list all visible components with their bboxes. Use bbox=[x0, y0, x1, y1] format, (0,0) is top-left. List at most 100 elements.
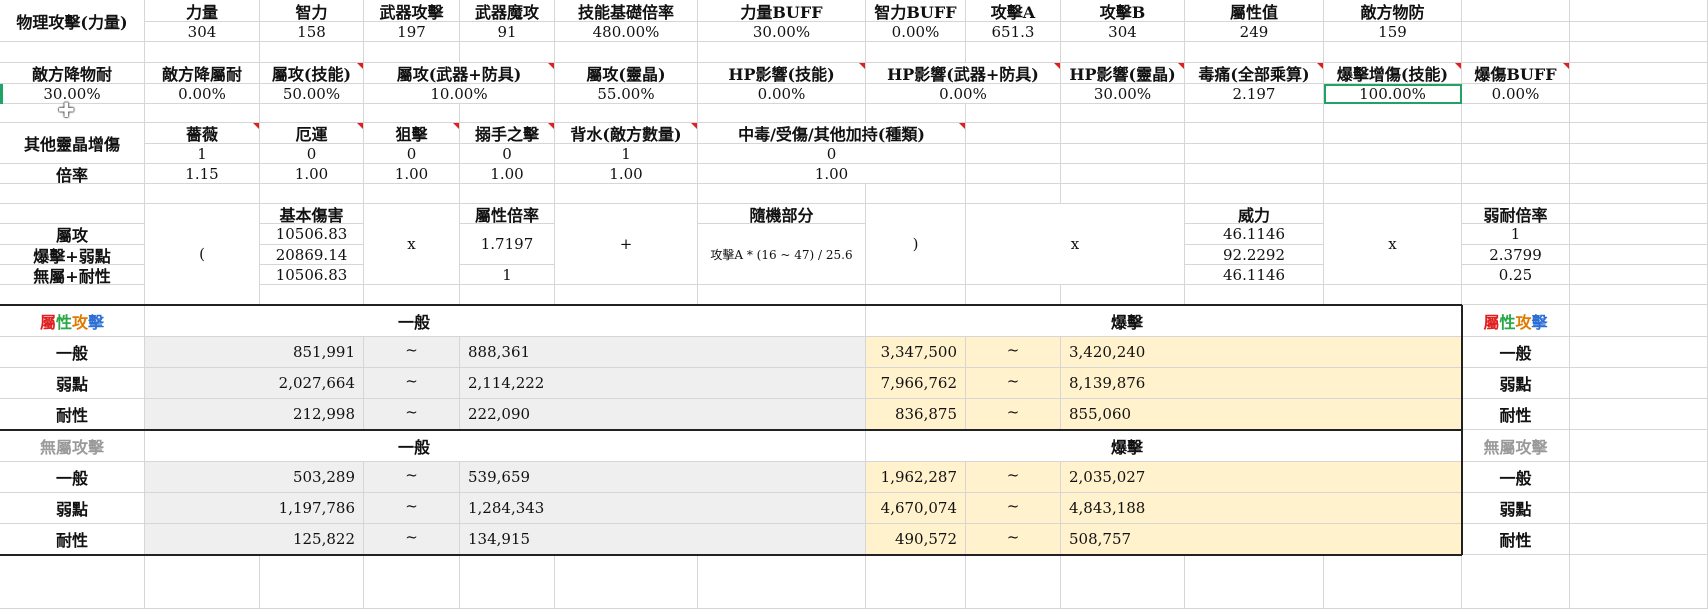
row1-label[interactable]: 物理攻擊(力量) bbox=[0, 0, 145, 42]
empty-cell[interactable] bbox=[1185, 104, 1324, 123]
base-damage-value[interactable]: 10506.83 bbox=[260, 265, 364, 285]
empty-cell[interactable] bbox=[1324, 555, 1462, 609]
row2-header[interactable]: 爆傷BUFF bbox=[1462, 63, 1570, 84]
normal-max[interactable]: 134,915 bbox=[460, 524, 866, 555]
empty-cell[interactable] bbox=[555, 285, 698, 305]
crit-header[interactable]: 爆擊 bbox=[866, 305, 1462, 337]
empty-cell[interactable] bbox=[364, 42, 460, 63]
power-value[interactable]: 46.1146 bbox=[1185, 224, 1324, 245]
crystal-count[interactable]: 1 bbox=[145, 144, 260, 164]
row1-header[interactable]: 武器攻擊 bbox=[364, 0, 460, 22]
empty-cell[interactable] bbox=[698, 104, 866, 123]
empty-cell[interactable] bbox=[1570, 368, 1708, 399]
empty-cell[interactable] bbox=[1462, 164, 1570, 184]
empty-cell[interactable] bbox=[460, 184, 555, 204]
empty-cell[interactable] bbox=[1462, 0, 1570, 22]
empty-cell[interactable] bbox=[1570, 184, 1708, 204]
empty-cell[interactable] bbox=[1185, 164, 1324, 184]
empty-cell[interactable] bbox=[1570, 524, 1708, 555]
empty-cell[interactable] bbox=[1061, 285, 1185, 305]
weak-rate-value[interactable]: 1 bbox=[1462, 224, 1570, 245]
none-attack-title-right[interactable]: 無屬攻擊 bbox=[1462, 430, 1570, 462]
row1-header[interactable]: 敵方物防 bbox=[1324, 0, 1462, 22]
formula-row-label[interactable]: 爆擊+弱點 bbox=[0, 245, 145, 265]
crit-max[interactable]: 855,060 bbox=[1061, 399, 1462, 430]
empty-cell[interactable] bbox=[1324, 184, 1462, 204]
empty-cell[interactable] bbox=[1185, 285, 1324, 305]
random-formula[interactable]: 攻擊A * (16 ~ 47) / 25.6 bbox=[698, 224, 866, 285]
row1-value[interactable]: 304 bbox=[145, 22, 260, 42]
normal-max[interactable]: 1,284,343 bbox=[460, 493, 866, 524]
row-label[interactable]: 耐性 bbox=[0, 524, 145, 555]
row1-header[interactable]: 智力 bbox=[260, 0, 364, 22]
empty-cell[interactable] bbox=[966, 123, 1061, 144]
empty-cell[interactable] bbox=[1462, 285, 1570, 305]
crystal-rate[interactable]: 1.00 bbox=[260, 164, 364, 184]
empty-cell[interactable] bbox=[260, 104, 364, 123]
row2-value[interactable]: 55.00% bbox=[555, 84, 698, 104]
crit-max[interactable]: 3,420,240 bbox=[1061, 337, 1462, 368]
row2-header[interactable]: 爆擊增傷(技能) bbox=[1324, 63, 1462, 84]
row1-value[interactable]: 91 bbox=[460, 22, 555, 42]
empty-cell[interactable] bbox=[1570, 224, 1708, 245]
empty-cell[interactable] bbox=[1570, 104, 1708, 123]
empty-cell[interactable] bbox=[460, 555, 555, 609]
crystal-header[interactable]: 背水(敵方數量) bbox=[555, 123, 698, 144]
empty-cell[interactable] bbox=[1462, 123, 1570, 144]
empty-cell[interactable] bbox=[1185, 184, 1324, 204]
normal-min[interactable]: 2,027,664 bbox=[145, 368, 364, 399]
row2-value[interactable]: 0.00% bbox=[145, 84, 260, 104]
crit-max[interactable]: 4,843,188 bbox=[1061, 493, 1462, 524]
empty-cell[interactable] bbox=[364, 285, 460, 305]
attr-attack-title[interactable]: 屬性攻擊 bbox=[0, 305, 145, 337]
empty-cell[interactable] bbox=[0, 555, 145, 609]
empty-cell[interactable] bbox=[1570, 305, 1708, 337]
empty-cell[interactable] bbox=[1462, 555, 1570, 609]
crit-header[interactable]: 爆擊 bbox=[866, 430, 1462, 462]
empty-cell[interactable] bbox=[1185, 42, 1324, 63]
empty-cell[interactable] bbox=[460, 104, 555, 123]
normal-min[interactable]: 1,197,786 bbox=[145, 493, 364, 524]
empty-cell[interactable] bbox=[1061, 42, 1185, 63]
attr-rate-value[interactable]: 1.7197 bbox=[460, 224, 555, 265]
empty-cell[interactable] bbox=[1324, 104, 1462, 123]
row-label-right[interactable]: 一般 bbox=[1462, 462, 1570, 493]
base-damage-value[interactable]: 10506.83 bbox=[260, 224, 364, 245]
row2-header[interactable]: HP影響(靈晶) bbox=[1061, 63, 1185, 84]
crit-min[interactable]: 7,966,762 bbox=[866, 368, 966, 399]
crystal-rate[interactable]: 1.00 bbox=[555, 164, 698, 184]
row2-value[interactable]: 10.00% bbox=[364, 84, 555, 104]
crystal-rate[interactable]: 1.15 bbox=[145, 164, 260, 184]
empty-cell[interactable] bbox=[555, 104, 698, 123]
base-damage-header[interactable]: 基本傷害 bbox=[260, 204, 364, 224]
normal-max[interactable]: 2,114,222 bbox=[460, 368, 866, 399]
crystal-count[interactable]: 0 bbox=[260, 144, 364, 164]
empty-cell[interactable] bbox=[0, 285, 145, 305]
crystal-header[interactable]: 中毒/受傷/其他加持(種類) bbox=[698, 123, 966, 144]
row2-header[interactable]: 屬攻(靈晶) bbox=[555, 63, 698, 84]
crystal-rate[interactable]: 1.00 bbox=[364, 164, 460, 184]
normal-min[interactable]: 212,998 bbox=[145, 399, 364, 430]
empty-cell[interactable] bbox=[1185, 144, 1324, 164]
empty-cell[interactable] bbox=[1462, 22, 1570, 42]
empty-cell[interactable] bbox=[260, 42, 364, 63]
empty-cell[interactable] bbox=[0, 204, 145, 224]
row1-value[interactable]: 480.00% bbox=[555, 22, 698, 42]
empty-cell[interactable] bbox=[0, 42, 145, 63]
crystal-header[interactable]: 厄運 bbox=[260, 123, 364, 144]
attr-rate-value[interactable]: 1 bbox=[460, 265, 555, 285]
empty-cell[interactable] bbox=[1570, 462, 1708, 493]
empty-cell[interactable] bbox=[866, 285, 966, 305]
empty-cell[interactable] bbox=[364, 104, 460, 123]
random-part-header[interactable]: 隨機部分 bbox=[698, 204, 866, 224]
empty-cell[interactable] bbox=[698, 285, 866, 305]
empty-cell[interactable] bbox=[1061, 144, 1185, 164]
crit-min[interactable]: 836,875 bbox=[866, 399, 966, 430]
empty-cell[interactable] bbox=[1570, 123, 1708, 144]
empty-cell[interactable] bbox=[1324, 285, 1462, 305]
row-label-right[interactable]: 弱點 bbox=[1462, 493, 1570, 524]
normal-header[interactable]: 一般 bbox=[145, 305, 866, 337]
empty-cell[interactable] bbox=[1570, 245, 1708, 265]
empty-cell[interactable] bbox=[1462, 184, 1570, 204]
empty-cell[interactable] bbox=[1570, 265, 1708, 285]
